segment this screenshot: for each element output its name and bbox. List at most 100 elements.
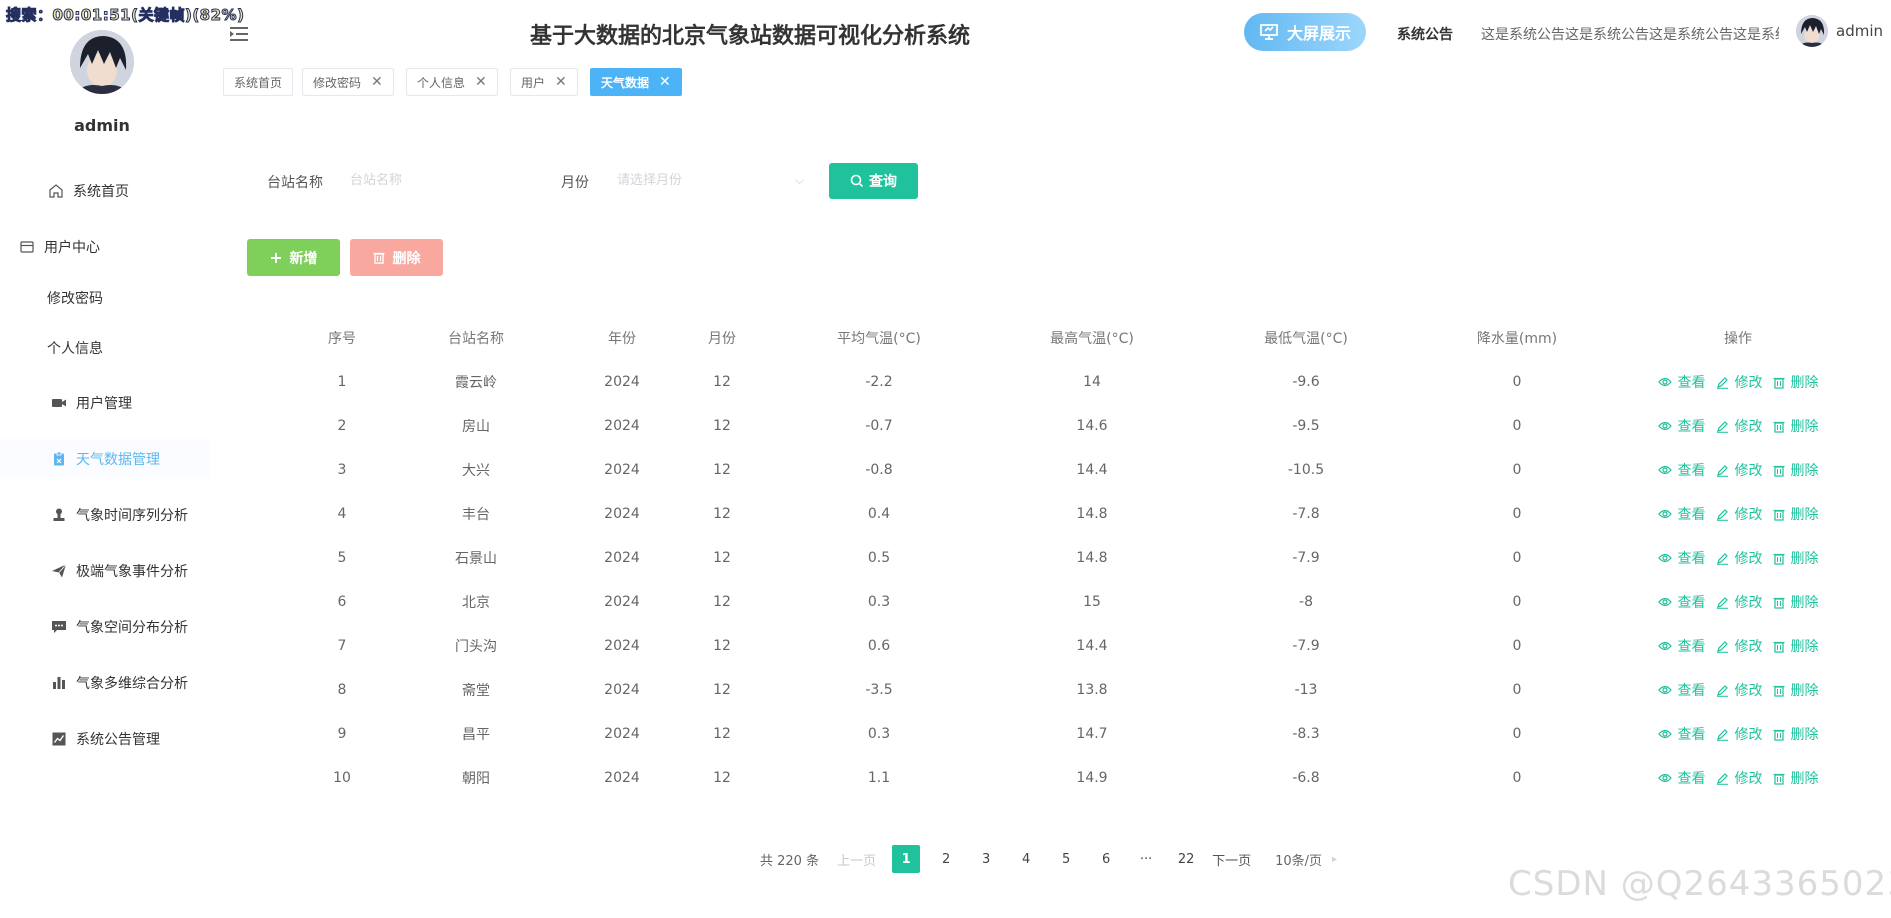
view-label: 查看 — [1677, 551, 1706, 567]
table-cell: 6 — [337, 594, 347, 610]
tab-user[interactable]: 用户 ✕ — [510, 68, 578, 96]
sidebar-item-label: 用户管理 — [76, 396, 132, 412]
delete-button[interactable]: 删除 — [1773, 724, 1819, 744]
sidebar-item-label: 个人信息 — [47, 341, 103, 357]
sidebar-item-profile[interactable]: 个人信息 — [0, 328, 210, 368]
delete-button[interactable]: 删除 — [1773, 768, 1819, 788]
view-button[interactable]: 查看 — [1657, 372, 1706, 392]
table-cell: 2024 — [604, 506, 640, 522]
page-size-select[interactable]: 10条/页 — [1275, 850, 1322, 869]
view-button[interactable]: 查看 — [1657, 768, 1706, 788]
delete-button[interactable]: 删除 — [1773, 680, 1819, 700]
delete-button[interactable]: 删除 — [1773, 460, 1819, 480]
close-icon[interactable]: ✕ — [475, 75, 487, 89]
sidebar-item-notice-management[interactable]: 系统公告管理 — [0, 719, 210, 759]
header-avatar — [1796, 15, 1828, 47]
delete-label: 删除 — [1790, 771, 1819, 787]
next-page-button[interactable]: 下一页 — [1212, 850, 1251, 869]
query-button[interactable]: 查询 — [829, 163, 918, 199]
table-cell: 14.4 — [1076, 462, 1108, 478]
sidebar-item-user-management[interactable]: 用户管理 — [0, 383, 210, 423]
page-number[interactable]: 22 — [1172, 845, 1200, 873]
page-number[interactable]: 4 — [1012, 845, 1040, 873]
delete-button[interactable]: 删除 — [1773, 592, 1819, 612]
tab-profile[interactable]: 个人信息 ✕ — [406, 68, 498, 96]
edit-button[interactable]: 修改 — [1716, 548, 1763, 568]
station-name-input[interactable] — [350, 163, 520, 197]
tab-weather-data[interactable]: 天气数据 ✕ — [590, 68, 682, 96]
month-select[interactable] — [617, 163, 807, 197]
tab-change-password[interactable]: 修改密码 ✕ — [302, 68, 394, 96]
view-button[interactable]: 查看 — [1657, 680, 1706, 700]
sidebar-user-name: admin — [74, 116, 130, 135]
delete-button[interactable]: 删除 — [1773, 548, 1819, 568]
edit-icon — [1716, 684, 1728, 697]
sidebar-item-extreme-event-analysis[interactable]: 极端气象事件分析 — [0, 551, 210, 591]
sidebar-item-time-series-analysis[interactable]: 气象时间序列分析 — [0, 495, 210, 535]
view-button[interactable]: 查看 — [1657, 416, 1706, 436]
tab-home[interactable]: 系统首页 — [223, 68, 294, 96]
edit-button[interactable]: 修改 — [1716, 460, 1763, 480]
header-user-menu[interactable]: admin — [1796, 15, 1883, 47]
table-cell: 8 — [337, 682, 347, 698]
menu-toggle-icon[interactable] — [228, 25, 250, 43]
edit-button[interactable]: 修改 — [1716, 372, 1763, 392]
table-cell: 0.5 — [867, 550, 891, 566]
table-cell: 12 — [713, 418, 731, 434]
sidebar-item-spatial-analysis[interactable]: 气象空间分布分析 — [0, 607, 210, 647]
view-button[interactable]: 查看 — [1657, 636, 1706, 656]
table-cell: 2024 — [604, 726, 640, 742]
delete-button[interactable]: 删除 — [1773, 372, 1819, 392]
close-icon[interactable]: ✕ — [555, 75, 567, 89]
batch-delete-button[interactable]: 删除 — [350, 239, 443, 276]
pagination: 共 220 条 上一页 1 2 3 4 5 6 ··· 22 下一页 10条/页 ▸ — [760, 845, 1337, 873]
month-label: 月份 — [561, 175, 589, 191]
table-header: 序号 台站名称 年份 月份 平均气温(°C) 最高气温(°C) 最低气温(°C)… — [290, 316, 1870, 360]
delete-button[interactable]: 删除 — [1773, 416, 1819, 436]
sidebar-item-change-password[interactable]: 修改密码 — [0, 278, 210, 318]
view-button[interactable]: 查看 — [1657, 504, 1706, 524]
edit-button[interactable]: 修改 — [1716, 504, 1763, 524]
table-cell: 2024 — [604, 418, 640, 434]
close-icon[interactable]: ✕ — [659, 75, 671, 89]
edit-button[interactable]: 修改 — [1716, 768, 1763, 788]
sidebar-item-label: 气象空间分布分析 — [76, 620, 188, 636]
edit-button[interactable]: 修改 — [1716, 592, 1763, 612]
view-label: 查看 — [1677, 595, 1706, 611]
big-screen-button[interactable]: 大屏展示 — [1244, 13, 1366, 51]
page-number[interactable]: 1 — [892, 845, 921, 873]
view-button[interactable]: 查看 — [1657, 460, 1706, 480]
view-button[interactable]: 查看 — [1657, 548, 1706, 568]
delete-button[interactable]: 删除 — [1773, 504, 1819, 524]
sidebar-item-home[interactable]: 系统首页 — [0, 171, 210, 211]
page-number[interactable]: 3 — [972, 845, 1000, 873]
edit-button[interactable]: 修改 — [1716, 680, 1763, 700]
total-count: 共 220 条 — [760, 853, 820, 869]
page-number[interactable]: 5 — [1052, 845, 1080, 873]
prev-page-button[interactable]: 上一页 — [837, 850, 876, 869]
table-cell: 0 — [1512, 550, 1522, 566]
close-icon[interactable]: ✕ — [371, 75, 383, 89]
edit-button[interactable]: 修改 — [1716, 724, 1763, 744]
sidebar-item-weather-data-management[interactable]: 天气数据管理 — [0, 439, 210, 479]
page-ellipsis[interactable]: ··· — [1132, 845, 1160, 873]
add-button[interactable]: 新增 — [247, 239, 340, 276]
row-actions: 查看 修改 删除 — [1606, 460, 1870, 480]
table-row: 8 斋堂 2024 12 -3.5 13.8 -13 0 查看 修改 删除 — [290, 668, 1870, 712]
page-number[interactable]: 6 — [1092, 845, 1120, 873]
table-cell: 13.8 — [1076, 682, 1108, 698]
view-button[interactable]: 查看 — [1657, 592, 1706, 612]
sidebar-item-multidimensional-analysis[interactable]: 气象多维综合分析 — [0, 663, 210, 703]
edit-label: 修改 — [1734, 551, 1763, 567]
view-label: 查看 — [1677, 683, 1706, 699]
sidebar-item-user-center[interactable]: 用户中心 — [0, 227, 210, 267]
edit-button[interactable]: 修改 — [1716, 416, 1763, 436]
edit-button[interactable]: 修改 — [1716, 636, 1763, 656]
trash-icon — [1773, 377, 1784, 389]
delete-button[interactable]: 删除 — [1773, 636, 1819, 656]
view-button[interactable]: 查看 — [1657, 724, 1706, 744]
page-number[interactable]: 2 — [932, 845, 960, 873]
add-label: 新增 — [289, 250, 318, 267]
trash-icon — [373, 251, 385, 264]
delete-label: 删除 — [1790, 639, 1819, 655]
